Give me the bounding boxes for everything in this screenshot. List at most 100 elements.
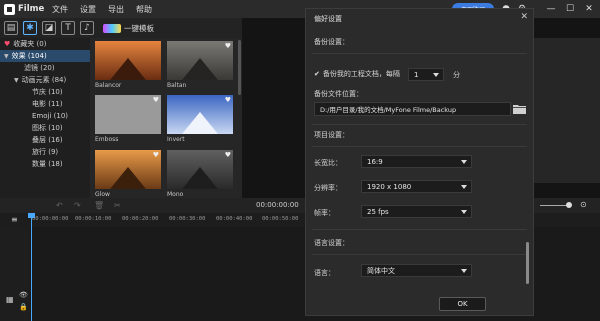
tree-item-label: 数量 (18)	[32, 160, 63, 168]
tree-item-emoji[interactable]: Emoji (10)	[0, 110, 90, 122]
tree-item-effects[interactable]: ▼ 效果 (104)	[0, 50, 90, 62]
one-click-template-button[interactable]: 一键模板	[103, 23, 154, 34]
track-header: ▦ 👁 🔒	[0, 227, 30, 321]
backup-interval-select[interactable]: 1	[408, 68, 444, 81]
playhead-line[interactable]	[31, 215, 32, 321]
lock-icon[interactable]: 🔒	[19, 303, 28, 311]
timeline-timecode: 00:00:00:00	[256, 201, 299, 209]
dialog-title: 偏好设置	[314, 15, 342, 23]
delete-icon[interactable]: 🗑	[94, 201, 104, 210]
tree-item-favorites[interactable]: ♥ 收藏夹 (0)	[0, 38, 90, 50]
effect-thumb-mono[interactable]: ♥ Mono	[167, 150, 233, 198]
resolution-label: 分辨率：	[314, 184, 342, 192]
tree-item-label: 滤镜 (20)	[24, 64, 55, 72]
properties-panel	[531, 38, 600, 183]
effect-thumb-invert[interactable]: ♥ Invert	[167, 95, 233, 145]
close-icon[interactable]: ✕	[520, 12, 528, 22]
language-select[interactable]: 简体中文	[361, 264, 472, 277]
heart-icon[interactable]: ♥	[153, 151, 159, 159]
dialog-titlebar[interactable]: 偏好设置 ✕	[306, 9, 533, 27]
effect-thumb-glow[interactable]: ♥ Glow	[95, 150, 161, 198]
effect-label: Invert	[167, 136, 185, 143]
tree-item-filters[interactable]: 滤镜 (20)	[0, 62, 90, 74]
visibility-icon[interactable]: 👁	[19, 291, 28, 299]
divider	[312, 124, 527, 125]
music-icon[interactable]: ♪	[80, 21, 94, 35]
divider	[312, 254, 527, 255]
tree-item-overlay[interactable]: 叠层 (16)	[0, 134, 90, 146]
split-icon[interactable]: ✂	[114, 201, 121, 210]
tree-item-label: 叠层 (16)	[32, 136, 63, 144]
track-menu-icon[interactable]: ≡	[11, 215, 18, 224]
undo-icon[interactable]: ↶	[56, 201, 63, 210]
caret-down-icon[interactable]: ▼	[4, 53, 9, 60]
tree-item-icons[interactable]: 图标 (10)	[0, 122, 90, 134]
tree-item-label: 动画元素 (84)	[21, 76, 67, 84]
maximize-icon[interactable]: ☐	[564, 3, 576, 15]
heart-icon[interactable]: ♥	[153, 96, 159, 104]
template-label: 一键模板	[124, 23, 154, 33]
heart-icon[interactable]: ♥	[225, 42, 231, 50]
menu-settings[interactable]: 设置	[74, 4, 102, 15]
backup-checkbox-label: 备份我的工程文档，每隔	[322, 70, 400, 78]
aspect-ratio-label: 长宽比：	[314, 159, 342, 167]
zoom-fit-icon[interactable]: ⊙	[580, 200, 587, 209]
ruler-label: 00:00:40:00	[216, 216, 253, 222]
tree-item-label: Emoji (10)	[32, 112, 69, 120]
redo-icon[interactable]: ↷	[74, 201, 81, 210]
dropdown-arrow-icon	[461, 160, 467, 164]
playhead-handle[interactable]	[28, 213, 35, 218]
transition-icon[interactable]: ◪	[42, 21, 56, 35]
effects-scrollbar[interactable]	[238, 40, 241, 95]
tree-item-festival[interactable]: 节庆 (10)	[0, 86, 90, 98]
effect-preview: ♥	[167, 150, 233, 189]
video-track-icon: ▦	[6, 295, 14, 304]
effects-grid: Balancor ♥ Baltan ♥ Emboss ♥ Invert ♥ Gl…	[90, 38, 242, 198]
backup-interval-value: 1	[414, 70, 419, 79]
caret-down-icon[interactable]: ▼	[14, 77, 19, 84]
backup-checkbox[interactable]: ✔ 备份我的工程文档，每隔	[314, 69, 400, 79]
close-window-icon[interactable]: ✕	[583, 3, 595, 15]
effect-preview	[95, 41, 161, 80]
checkmark-icon: ✔	[314, 70, 320, 78]
effect-preview: ♥	[167, 41, 233, 80]
effect-thumb-emboss[interactable]: ♥ Emboss	[95, 95, 161, 145]
effect-label: Emboss	[95, 136, 119, 143]
dropdown-arrow-icon	[461, 269, 467, 273]
ok-button[interactable]: OK	[439, 297, 486, 311]
category-tree: ♥ 收藏夹 (0) ▼ 效果 (104) 滤镜 (20) ▼ 动画元素 (84)…	[0, 38, 90, 198]
tree-item-label: 效果 (104)	[11, 52, 47, 60]
language-value: 简体中文	[367, 266, 395, 275]
tree-item-count[interactable]: 数量 (18)	[0, 158, 90, 170]
resolution-select[interactable]: 1920 x 1080	[361, 180, 472, 193]
dialog-scrollbar[interactable]	[526, 242, 529, 284]
text-icon[interactable]: T	[61, 21, 75, 35]
effect-thumb-baltan[interactable]: ♥ Baltan	[167, 41, 233, 91]
filme-logo-icon	[4, 3, 15, 15]
fps-select[interactable]: 25 fps	[361, 205, 472, 218]
minimize-icon[interactable]: —	[545, 3, 557, 15]
tree-item-label: 旅行 (9)	[32, 148, 59, 156]
backup-location-label: 备份文件位置：	[314, 90, 363, 98]
tree-item-animated-elements[interactable]: ▼ 动画元素 (84)	[0, 74, 90, 86]
effect-thumb-balancor[interactable]: Balancor	[95, 41, 161, 91]
effects-icon[interactable]: ✱	[23, 21, 37, 35]
language-label: 语言：	[314, 269, 335, 277]
tree-item-movie[interactable]: 电影 (11)	[0, 98, 90, 110]
backup-path-field[interactable]: D:/用户目录/我的文档/MyFone Filme/Backup	[314, 102, 511, 116]
effect-preview: ♥	[95, 95, 161, 134]
zoom-slider-handle[interactable]	[566, 202, 572, 208]
menu-help[interactable]: 帮助	[130, 4, 158, 15]
heart-icon[interactable]: ♥	[225, 151, 231, 159]
effect-label: Baltan	[167, 82, 187, 89]
tree-item-label: 电影 (11)	[32, 100, 63, 108]
aspect-ratio-select[interactable]: 16:9	[361, 155, 472, 168]
heart-icon[interactable]: ♥	[225, 96, 231, 104]
tree-item-travel[interactable]: 旅行 (9)	[0, 146, 90, 158]
media-library-icon[interactable]: ▤	[4, 21, 18, 35]
folder-icon[interactable]	[513, 104, 526, 114]
menu-export[interactable]: 导出	[102, 4, 130, 15]
tree-item-label: 收藏夹 (0)	[13, 40, 47, 48]
menu-file[interactable]: 文件	[46, 4, 74, 15]
heart-icon: ♥	[4, 40, 11, 48]
